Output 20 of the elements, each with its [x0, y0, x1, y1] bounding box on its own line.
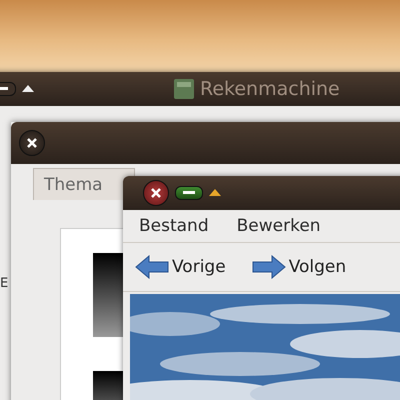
maximize-button[interactable] [209, 188, 221, 198]
close-icon [150, 187, 162, 199]
button-label: E [0, 276, 8, 291]
triangle-icon [209, 188, 221, 196]
tab[interactable]: Thema [33, 168, 135, 200]
forward-button[interactable]: Volgen [252, 255, 346, 279]
back-button[interactable]: Vorige [135, 255, 226, 279]
left-arrow-icon [135, 255, 169, 279]
window-title: Rekenmachine [200, 78, 340, 100]
menu-item[interactable]: Bewerken [236, 216, 321, 236]
close-button[interactable] [19, 130, 45, 156]
menu-item[interactable]: Bestand [139, 216, 209, 236]
minimize-icon [183, 191, 195, 195]
close-icon [26, 137, 38, 149]
close-button[interactable] [143, 180, 169, 206]
right-arrow-icon [252, 255, 286, 279]
maximize-button[interactable] [22, 84, 34, 94]
minimize-button[interactable] [175, 186, 203, 200]
calculator-icon [174, 79, 194, 99]
triangle-icon [22, 84, 34, 92]
